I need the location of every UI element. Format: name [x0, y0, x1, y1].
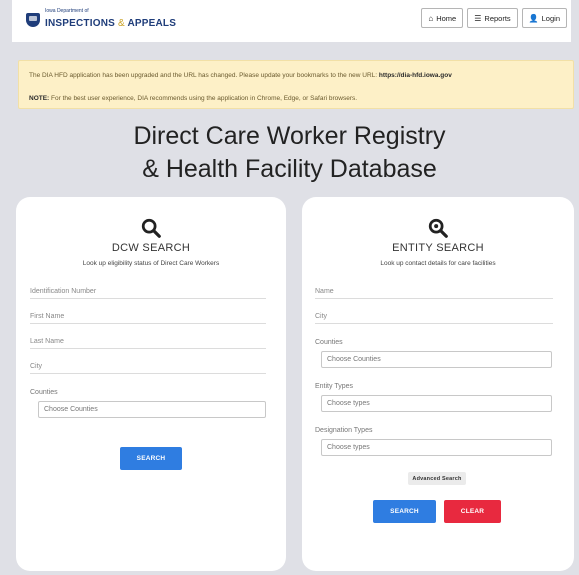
notice-note-label: NOTE:	[29, 95, 50, 102]
logo-ampersand: &	[117, 18, 125, 29]
shield-icon	[26, 12, 40, 27]
entity-counties-select[interactable]: Choose Counties	[321, 351, 552, 368]
logo-end-word: APPEALS	[127, 18, 177, 29]
dcw-search-title: DCW SEARCH	[111, 242, 191, 254]
dcw-search-card: DCW SEARCH Look up eligibility status of…	[16, 197, 286, 571]
notice-browser-text: For the best user experience, DIA recomm…	[49, 95, 358, 102]
entity-search-subtitle: Look up contact details for care facilit…	[380, 260, 496, 267]
entity-city-field[interactable]: City	[315, 308, 553, 324]
designation-types-select[interactable]: Choose types	[321, 439, 552, 456]
search-entity-icon	[428, 218, 448, 238]
home-button[interactable]: ⌂ Home	[421, 8, 464, 28]
entity-types-label: Entity Types	[315, 383, 354, 390]
entity-types-select[interactable]: Choose types	[321, 395, 552, 412]
search-icon	[141, 218, 161, 238]
home-label: Home	[436, 13, 457, 23]
logo-main-word: INSPECTIONS	[45, 18, 115, 29]
advanced-search-button[interactable]: Advanced Search	[408, 472, 466, 485]
home-icon: ⌂	[428, 13, 434, 23]
notice-line-url: The DIA HFD application has been upgrade…	[29, 72, 452, 79]
identification-number-field[interactable]: Identification Number	[30, 283, 266, 299]
entity-search-card: ENTITY SEARCH Look up contact details fo…	[302, 197, 574, 571]
notice-url-link[interactable]: https://dia-hfd.iowa.gov	[379, 72, 452, 79]
counties-select[interactable]: Choose Counties	[38, 401, 266, 418]
notice-banner: The DIA HFD application has been upgrade…	[18, 60, 574, 109]
city-field[interactable]: City	[30, 358, 266, 374]
user-icon: 👤	[528, 13, 539, 23]
notice-line-browser: NOTE: For the best user experience, DIA …	[29, 95, 357, 102]
entity-search-title: ENTITY SEARCH	[392, 242, 484, 254]
login-button[interactable]: 👤 Login	[521, 8, 567, 28]
dcw-search-button[interactable]: SEARCH	[120, 447, 182, 470]
name-field[interactable]: Name	[315, 283, 553, 299]
login-label: Login	[541, 13, 560, 23]
logo-main-text: INSPECTIONS & APPEALS	[45, 18, 176, 29]
dia-logo[interactable]: Iowa Department of INSPECTIONS & APPEALS	[26, 9, 176, 30]
notice-url-text: The DIA HFD application has been upgrade…	[29, 72, 379, 79]
first-name-field[interactable]: First Name	[30, 308, 266, 324]
list-icon: ☰	[474, 13, 482, 23]
last-name-field[interactable]: Last Name	[30, 333, 266, 349]
nav-buttons: ⌂ Home ☰ Reports 👤 Login	[421, 8, 567, 28]
top-navbar: Iowa Department of INSPECTIONS & APPEALS…	[12, 0, 571, 42]
entity-counties-label: Counties	[315, 339, 343, 346]
page-title-line2: & Health Facility Database	[142, 155, 437, 183]
logo-small-text: Iowa Department of	[45, 8, 89, 14]
page-title-line1: Direct Care Worker Registry	[133, 122, 446, 150]
dcw-search-subtitle: Look up eligibility status of Direct Car…	[82, 260, 220, 267]
clear-button[interactable]: CLEAR	[444, 500, 501, 523]
counties-label: Counties	[30, 389, 58, 396]
reports-label: Reports	[484, 13, 511, 23]
designation-types-label: Designation Types	[315, 427, 373, 434]
reports-button[interactable]: ☰ Reports	[467, 8, 518, 28]
entity-search-button[interactable]: SEARCH	[373, 500, 436, 523]
logo-text: Iowa Department of INSPECTIONS & APPEALS	[45, 9, 176, 30]
